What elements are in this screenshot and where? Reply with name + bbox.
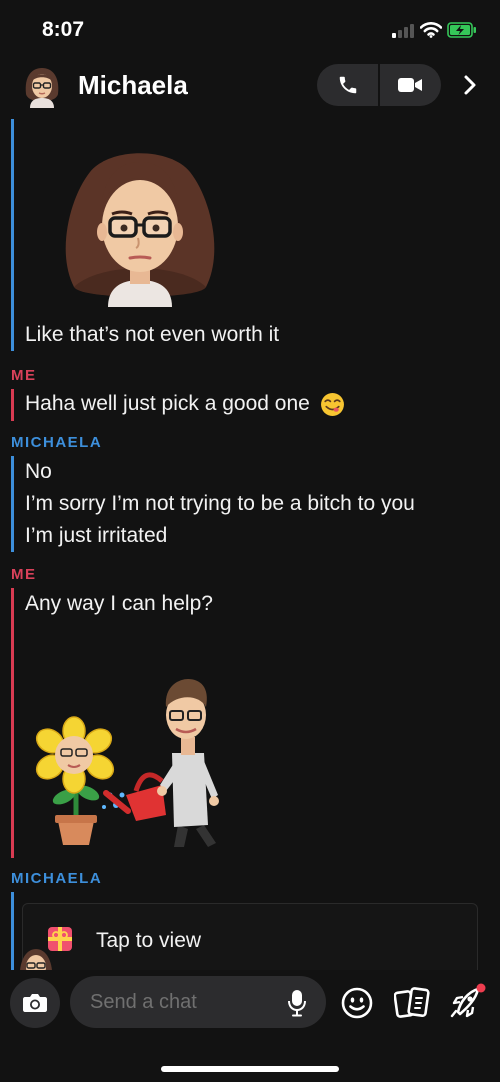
- message-text: Any way I can help?: [25, 592, 213, 615]
- message-text: I’m sorry I’m not trying to be a bitch t…: [25, 492, 415, 515]
- camera-icon: [23, 994, 47, 1012]
- message-text-content: Haha well just pick a good one: [25, 392, 310, 416]
- voice-call-button[interactable]: [317, 64, 379, 106]
- rocket-icon[interactable]: [448, 982, 488, 1020]
- michaela-message-bar: [11, 119, 14, 351]
- message-thread: Like that’s not even worth it ME Haha we…: [0, 115, 500, 970]
- camera-button[interactable]: [10, 978, 60, 1028]
- cellular-signal-icon: [392, 24, 416, 38]
- video-call-button[interactable]: [379, 64, 441, 106]
- video-icon: [398, 78, 422, 92]
- home-indicator: [161, 1066, 339, 1072]
- smiley-icon[interactable]: [340, 986, 374, 1020]
- message-text: I’m just irritated: [25, 524, 168, 547]
- battery-charging-icon: [447, 22, 476, 38]
- sender-label-michaela: MICHAELA: [11, 870, 103, 887]
- call-button-group: [317, 64, 441, 106]
- sender-label-me: ME: [11, 367, 37, 384]
- michaela-bitmoji-sticker[interactable]: [60, 142, 220, 307]
- snap-tap-to-view[interactable]: Tap to view: [22, 903, 478, 970]
- me-message-bar: [11, 389, 14, 421]
- notification-dot: [476, 983, 486, 993]
- message-text: Like that’s not even worth it: [25, 323, 280, 346]
- yum-face-emoji: [320, 393, 344, 416]
- phone-icon: [339, 76, 357, 94]
- chat-composer-bar: [0, 970, 500, 1082]
- contact-avatar[interactable]: [20, 64, 64, 108]
- michaela-message-bar: [11, 456, 14, 552]
- me-message-bar: [11, 588, 14, 858]
- chat-header: Michaela: [0, 58, 500, 114]
- wifi-icon: [420, 22, 442, 38]
- sender-label-michaela: MICHAELA: [11, 434, 103, 451]
- message-text: Haha well just pick a good one: [25, 392, 345, 417]
- snap-label: Tap to view: [96, 929, 202, 952]
- cards-icon[interactable]: [394, 986, 430, 1020]
- watering-flower-bitmoji-sticker[interactable]: [28, 645, 248, 850]
- status-time: 8:07: [42, 18, 85, 41]
- typing-bitmoji-avatar: [20, 949, 52, 970]
- contact-name[interactable]: Michaela: [78, 70, 188, 101]
- michaela-message-bar: [11, 892, 14, 970]
- status-bar: 8:07: [0, 0, 500, 62]
- sender-label-me: ME: [11, 566, 37, 583]
- message-text: No: [25, 460, 52, 483]
- microphone-icon[interactable]: [286, 988, 308, 1018]
- chevron-right-button[interactable]: [455, 70, 485, 100]
- chevron-right-icon: [464, 75, 476, 95]
